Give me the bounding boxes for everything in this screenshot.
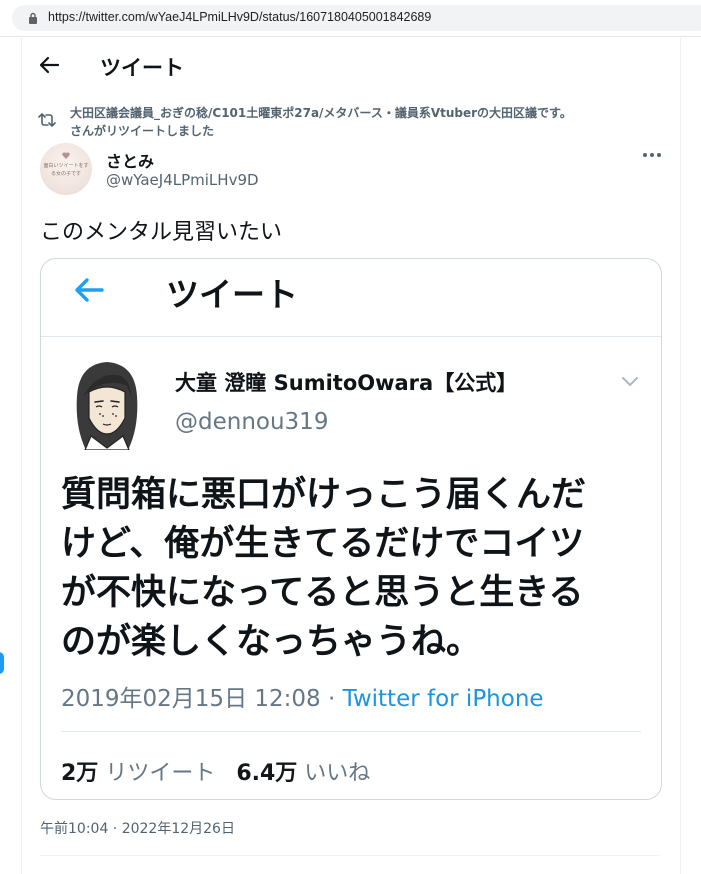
avatar-text: 面白いツイートをす xyxy=(43,163,89,169)
column-border-right xyxy=(680,36,681,874)
attached-image[interactable]: ツイート 大童 澄瞳 SumitoOwara【公式】 @dennou319 質問… xyxy=(40,258,662,800)
retweet-count: 2万 xyxy=(61,761,99,786)
address-field[interactable]: https://twitter.com/wYaeJ4LPmiLHv9D/stat… xyxy=(12,5,701,31)
author-handle[interactable]: @wYaeJ4LPmiLHv9D xyxy=(106,171,259,189)
embedded-body-line: のが楽しくなっちゃうね。 xyxy=(61,622,482,662)
avatar[interactable]: 面白いツイートをす る女の子です xyxy=(40,143,92,195)
embedded-source: Twitter for iPhone xyxy=(342,686,544,712)
page-title: ツイート xyxy=(100,56,184,80)
embedded-avatar xyxy=(76,362,138,450)
retweet-icon xyxy=(38,113,56,127)
back-arrow-icon xyxy=(75,278,104,302)
tweet-timestamp[interactable]: 午前10:04 · 2022年12月26日 xyxy=(40,818,235,838)
like-count: 6.4万 xyxy=(236,761,298,786)
divider xyxy=(61,731,641,732)
embedded-meta: 2019年02月15日 12:08 · Twitter for iPhone xyxy=(61,679,544,713)
retweet-label: さんがリツイートしました xyxy=(70,124,215,138)
embedded-author-name: 大童 澄瞳 SumitoOwara【公式】 xyxy=(175,371,518,395)
scroll-indicator xyxy=(0,652,4,674)
browser-url-bar: https://twitter.com/wYaeJ4LPmiLHv9D/stat… xyxy=(0,0,701,37)
embedded-body-line: が不快になってると思うと生きる xyxy=(61,573,584,613)
avatar-text: る女の子です xyxy=(50,171,81,177)
like-count-label: いいね xyxy=(304,761,371,786)
embedded-header-title: ツイート xyxy=(166,275,298,314)
divider xyxy=(40,855,660,856)
tweet-text: このメンタル見習いたい xyxy=(40,220,283,245)
retweet-count-label: リツイート xyxy=(105,761,216,786)
chevron-down-icon xyxy=(622,377,638,386)
embedded-date: 2019年02月15日 12:08 · xyxy=(61,686,343,712)
divider xyxy=(41,336,661,337)
embedded-stats: 2万 リツイート 6.4万 いいね xyxy=(61,755,370,787)
more-icon[interactable] xyxy=(641,148,663,162)
url-text: https://twitter.com/wYaeJ4LPmiLHv9D/stat… xyxy=(48,10,432,24)
embedded-author-handle: @dennou319 xyxy=(175,409,329,435)
heart-icon xyxy=(62,152,70,159)
back-arrow-icon[interactable] xyxy=(38,55,60,75)
embedded-body-line: 質問箱に悪口がけっこう届くんだ xyxy=(61,475,587,515)
embedded-tweet-body: 質問箱に悪口がけっこう届くんだ けど、俺が生きてるだけでコイツ が不快になってる… xyxy=(61,471,651,667)
column-border-left xyxy=(21,36,22,874)
retweeter-name[interactable]: 大田区議会議員_おぎの稔/C101土曜東ポ27a/メタバース・議員系Vtuber… xyxy=(70,104,572,121)
author-name[interactable]: さとみ xyxy=(106,148,154,172)
lock-icon xyxy=(29,12,37,24)
embedded-body-line: けど、俺が生きてるだけでコイツ xyxy=(61,524,585,564)
